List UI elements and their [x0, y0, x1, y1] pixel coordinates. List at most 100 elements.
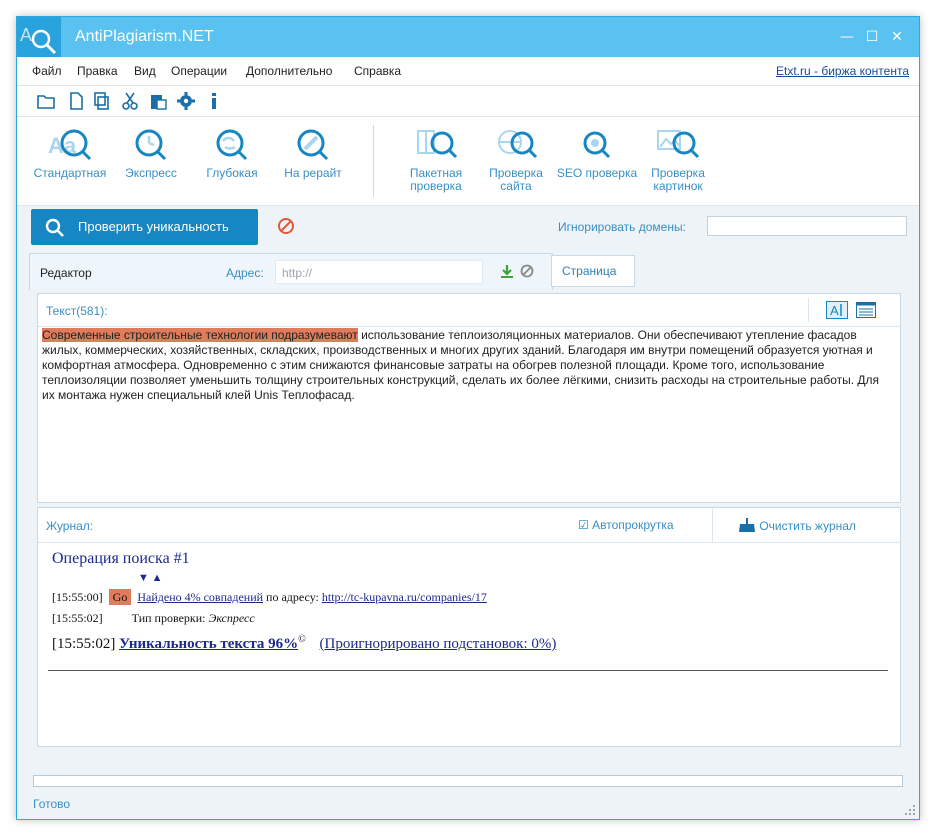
- check-rewrite-button[interactable]: На рерайт: [272, 125, 354, 201]
- journal-header-divider: [712, 508, 713, 542]
- ribbon-toolbar: Aa Стандартная Экспресс Глубокая На рера…: [17, 117, 919, 206]
- log-divider: [48, 670, 888, 671]
- log-line-type: [15:55:02] Тип проверки: Экспресс: [52, 611, 892, 626]
- ribbon-label-site: Проверка сайта: [489, 166, 543, 193]
- by-address-label: по адресу:: [266, 590, 319, 604]
- standard-check-icon: Aa: [48, 129, 92, 161]
- uniqueness-result-link[interactable]: Уникальность текста 96%: [119, 636, 298, 652]
- image-check-icon: [657, 130, 700, 159]
- stop-icon[interactable]: [277, 217, 295, 235]
- menu-view[interactable]: Вид: [134, 64, 156, 78]
- resize-grip-icon[interactable]: [905, 805, 915, 815]
- text-editor-area[interactable]: Современные строительные технологии подр…: [42, 328, 892, 403]
- journal-header: Журнал: ☑ Автопрокрутка Очистить журнал: [38, 508, 900, 543]
- log-time: [15:55:02]: [52, 636, 116, 652]
- download-icon[interactable]: [500, 264, 514, 278]
- log-time: [15:55:02]: [52, 611, 103, 625]
- ribbon-label-batch: Пакетная проверка: [409, 166, 463, 193]
- ribbon-label-rewrite: На рерайт: [284, 166, 342, 180]
- header-divider: [808, 298, 809, 322]
- autoscroll-checkbox[interactable]: ☑ Автопрокрутка: [578, 518, 674, 532]
- text-count-label: Текст(581):: [46, 304, 108, 318]
- check-uniqueness-button[interactable]: Проверить уникальность: [31, 209, 258, 245]
- journal-log: Операция поиска #1 ▼ ▲ [15:55:00] Go Най…: [52, 550, 892, 653]
- batch-check-button[interactable]: Пакетная проверка: [395, 125, 477, 201]
- menu-edit[interactable]: Правка: [77, 64, 118, 78]
- ignored-substitutions-link[interactable]: (Проигнорировано подстановок: 0%): [320, 636, 557, 652]
- address-label: Адрес:: [226, 266, 264, 280]
- nav-arrows[interactable]: ▼ ▲: [138, 572, 892, 584]
- menu-help[interactable]: Справка: [354, 64, 401, 78]
- menu-file[interactable]: Файл: [32, 64, 62, 78]
- menu-additional[interactable]: Дополнительно: [246, 64, 332, 78]
- check-standard-button[interactable]: Aa Стандартная: [29, 125, 111, 201]
- tab-editor-label: Редактор: [40, 266, 92, 280]
- journal-panel: Журнал: ☑ Автопрокрутка Очистить журнал …: [37, 507, 901, 747]
- check-deep-button[interactable]: Глубокая: [191, 125, 273, 201]
- log-line-found: [15:55:00] Go Найдено 4% совпадений по а…: [52, 589, 892, 605]
- rewrite-check-icon: [297, 129, 329, 161]
- text-format-icon[interactable]: A: [826, 301, 848, 319]
- paste-icon[interactable]: [149, 92, 167, 110]
- close-button[interactable]: ✕: [887, 27, 907, 47]
- app-logo-icon: A: [17, 17, 61, 57]
- cut-icon[interactable]: [121, 92, 139, 110]
- copy-icon[interactable]: [93, 92, 111, 110]
- check-express-button[interactable]: Экспресс: [110, 125, 192, 201]
- address-placeholder: http://: [282, 266, 313, 280]
- ribbon-label-images: Проверка картинок: [651, 166, 705, 193]
- ignore-domains-input[interactable]: [707, 216, 907, 236]
- menu-operations[interactable]: Операции: [171, 64, 227, 78]
- cancel-icon[interactable]: [520, 264, 534, 278]
- operation-title: Операция поиска #1: [52, 550, 190, 567]
- svg-text:A: A: [20, 25, 32, 45]
- copyright-mark: ©: [298, 634, 306, 645]
- highlighted-text: Современные строительные технологии подр…: [42, 328, 358, 342]
- deep-check-icon: [216, 129, 248, 161]
- title-bar[interactable]: A AntiPlagiarism.NET — ☐ ✕: [17, 17, 919, 57]
- menu-bar: Файл Правка Вид Операции Дополнительно С…: [17, 57, 919, 86]
- found-link[interactable]: Найдено 4% совпадений: [137, 590, 263, 604]
- maximize-button[interactable]: ☐: [862, 27, 882, 47]
- ribbon-label-express: Экспресс: [125, 166, 177, 180]
- checkbox-check-icon: ☑: [578, 518, 589, 532]
- site-check-button[interactable]: Проверка сайта: [475, 125, 557, 201]
- batch-check-icon: [417, 130, 458, 159]
- check-type-label: Тип проверки:: [131, 611, 206, 625]
- window-title: AntiPlagiarism.NET: [75, 28, 214, 45]
- search-icon: [45, 218, 64, 237]
- open-folder-icon[interactable]: [37, 92, 55, 110]
- text-view-icon[interactable]: [856, 302, 876, 318]
- seo-check-button[interactable]: SEO проверка: [556, 125, 638, 201]
- ribbon-separator: [373, 125, 374, 197]
- text-panel: Текст(581): A Современные строительные т…: [37, 293, 901, 503]
- new-file-icon[interactable]: [67, 92, 85, 110]
- clear-journal-label: Очистить журнал: [759, 519, 856, 533]
- status-text: Готово: [33, 797, 71, 811]
- ignore-domains-label: Игнорировать домены:: [558, 220, 686, 234]
- clear-journal-button[interactable]: Очистить журнал: [738, 518, 856, 533]
- ribbon-label-standard: Стандартная: [33, 166, 107, 180]
- globe-check-icon: [498, 130, 538, 159]
- text-panel-header: Текст(581): A: [38, 294, 900, 327]
- log-line-result: [15:55:02] Уникальность текста 96%© (Про…: [52, 634, 892, 653]
- autoscroll-label: Автопрокрутка: [592, 518, 674, 532]
- go-button[interactable]: Go: [108, 589, 132, 605]
- etxt-link[interactable]: Etxt.ru - биржа контента: [776, 64, 909, 78]
- tab-editor[interactable]: Редактор Адрес: http://: [29, 253, 553, 290]
- app-window: A AntiPlagiarism.NET — ☐ ✕ Файл Правка В…: [16, 16, 920, 820]
- info-icon[interactable]: [205, 92, 223, 110]
- settings-gear-icon[interactable]: [177, 92, 195, 110]
- address-input[interactable]: http://: [275, 260, 483, 284]
- source-url-link[interactable]: http://tc-kupavna.ru/companies/17: [322, 590, 487, 604]
- progress-bar: [33, 775, 903, 787]
- tab-page-label: Страница: [562, 264, 617, 278]
- journal-label: Журнал:: [46, 519, 94, 533]
- minimize-button[interactable]: —: [837, 27, 857, 47]
- quick-toolbar: [17, 86, 919, 117]
- image-check-button[interactable]: Проверка картинок: [637, 125, 719, 201]
- clock-check-icon: [135, 129, 167, 161]
- seo-check-icon: [583, 131, 611, 159]
- tab-page[interactable]: Страница: [551, 255, 635, 287]
- check-uniqueness-label: Проверить уникальность: [78, 219, 229, 234]
